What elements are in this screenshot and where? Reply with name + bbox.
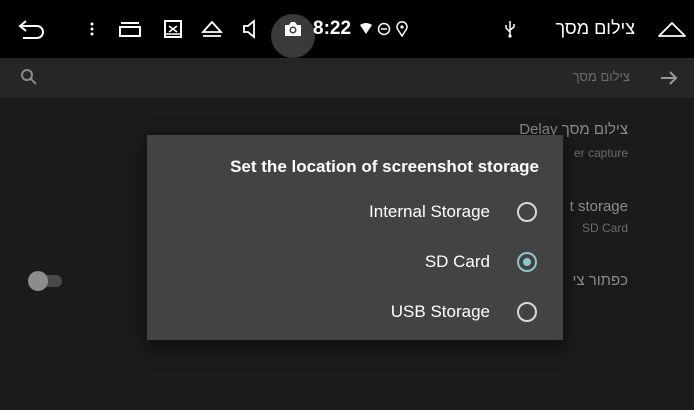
option-label: Internal Storage	[369, 202, 490, 221]
option-label: USB Storage	[390, 302, 490, 321]
home-icon[interactable]	[654, 0, 690, 58]
eject-icon[interactable]	[198, 0, 226, 58]
wifi-icon	[358, 0, 374, 58]
option-sd-card[interactable]: SD Card	[147, 237, 563, 287]
dialog-title: Set the location of screenshot storage	[230, 157, 539, 176]
usb-icon	[502, 0, 518, 58]
pref-button-title[interactable]: כפתור צי	[572, 272, 628, 289]
app-title: צילום מסך	[555, 18, 635, 38]
option-internal-storage[interactable]: Internal Storage	[147, 187, 563, 237]
screenshot-thumbnail-icon[interactable]	[160, 0, 186, 58]
arrow-right-icon[interactable]	[660, 70, 678, 91]
option-usb-storage[interactable]: USB Storage	[147, 287, 563, 337]
clock-time: 8:22	[313, 18, 352, 39]
back-icon[interactable]	[14, 0, 48, 58]
radio-button[interactable]	[517, 202, 537, 222]
search-icon[interactable]	[20, 68, 38, 91]
pref-delay-subtitle: er capture	[573, 146, 628, 160]
menu-dots-icon[interactable]	[84, 0, 100, 58]
pref-storage-subtitle: SD Card	[581, 221, 628, 235]
toggle-switch[interactable]	[28, 271, 48, 291]
radio-button[interactable]	[517, 302, 537, 322]
option-label: SD Card	[424, 252, 490, 271]
radio-button-selected[interactable]	[517, 252, 537, 272]
status-bar: 8:22 צילום מסך	[0, 0, 694, 58]
recent-apps-icon[interactable]	[116, 0, 144, 58]
search-bar-title: צילום מסך	[572, 69, 630, 84]
storage-location-dialog: Set the location of screenshot storage I…	[147, 135, 563, 340]
volume-icon[interactable]	[238, 0, 264, 58]
do-not-disturb-icon	[375, 0, 393, 58]
location-icon	[394, 0, 410, 58]
pref-storage-title[interactable]: t storage	[570, 198, 628, 215]
camera-icon[interactable]	[281, 0, 305, 58]
